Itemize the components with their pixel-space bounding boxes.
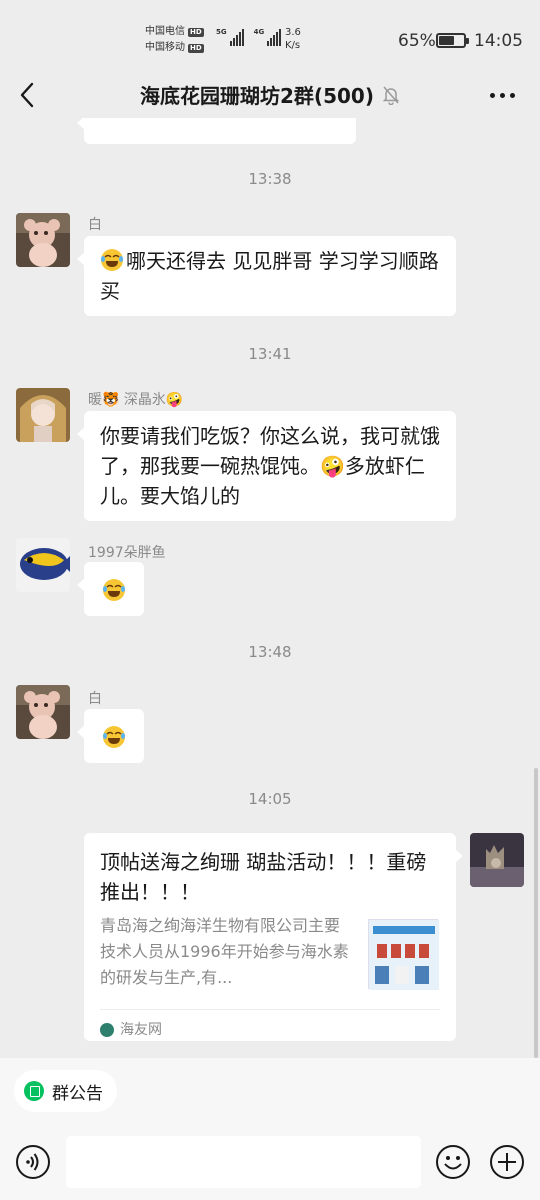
voice-icon [16, 1145, 50, 1179]
more-functions-button[interactable] [489, 1144, 525, 1180]
message-bubble-partial[interactable] [77, 118, 356, 144]
signal-5g-icon: 5G [216, 28, 244, 46]
link-card-source: 海友网 [100, 1015, 162, 1045]
group-notice-label: 群公告 [52, 1083, 103, 1104]
speed-value: 3.6 [285, 27, 301, 38]
more-dots-icon [489, 92, 515, 98]
source-logo-icon [100, 1023, 114, 1037]
laugh-cry-emoji-icon [103, 579, 125, 601]
net-type-1: 5G [216, 28, 227, 36]
timestamp: 14:05 [248, 790, 292, 808]
sender-name: 白 [88, 217, 102, 233]
battery-icon [436, 33, 469, 48]
sender-name: 白 [88, 691, 102, 707]
status-bar: 中国电信 HD 中国移动 HD 5G 4G 3.6 K/s 65% 14:05 [0, 0, 540, 72]
voice-button[interactable] [15, 1144, 51, 1180]
message-bubble[interactable]: 哪天还得去 见见胖哥 学习学习顺路买 [77, 236, 456, 316]
net-type-2: 4G [253, 28, 265, 36]
message-text: 哪天还得去 见见胖哥 学习学习顺路买 [100, 249, 439, 303]
smile-icon [436, 1145, 470, 1179]
bell-off-icon [382, 85, 400, 105]
page-title: 海底花园珊瑚坊2群(500) [0, 80, 540, 109]
chat-header: 海底花园珊瑚坊2群(500) [0, 72, 540, 118]
hd-badge: HD [188, 27, 204, 37]
carrier-info: 中国电信 HD 中国移动 HD [145, 24, 204, 56]
avatar-self[interactable] [470, 833, 524, 887]
message-bubble[interactable]: 你要请我们吃饭？你这么说，我可就饿了，那我要一碗热馄饨。🤪多放虾仁儿。要大馅儿的 [77, 411, 456, 521]
speed-unit: K/s [285, 40, 301, 51]
message-bubble[interactable] [77, 709, 144, 763]
scrollbar[interactable] [534, 768, 538, 1058]
notice-bar: 群公告 [0, 1058, 540, 1124]
avatar[interactable] [16, 538, 70, 592]
battery-percent: 65% [398, 31, 436, 51]
avatar[interactable] [16, 685, 70, 739]
timestamp: 13:38 [248, 170, 292, 188]
link-card-thumbnail [368, 919, 439, 990]
network-speed: 3.6 K/s [285, 26, 301, 52]
link-card-description: 青岛海之绚海洋生物有限公司主要技术人员从1996年开始参与海水素的研发与生产,有… [100, 916, 349, 987]
sender-name: 暖🐯 深晶氷🤪 [88, 392, 184, 408]
notice-icon [24, 1081, 44, 1101]
emoji-button[interactable] [435, 1144, 471, 1180]
input-bar [0, 1124, 540, 1200]
battery-fill [439, 36, 454, 45]
laugh-cry-emoji-icon [101, 249, 123, 271]
link-card[interactable]: 顶帖送海之绚珊 瑚盐活动！！！重磅推出！！！ 青岛海之绚海洋生物有限公司主要技术… [84, 833, 463, 1041]
laugh-cry-emoji-icon [103, 726, 125, 748]
avatar[interactable] [16, 388, 70, 442]
timestamp: 13:41 [248, 345, 292, 363]
message-text: 你要请我们吃饭？你这么说，我可就饿了，那我要一碗热馄饨。🤪多放虾仁儿。要大馅儿的 [100, 424, 440, 508]
clock: 14:05 [474, 31, 523, 51]
hd-badge: HD [188, 43, 204, 53]
carrier-2: 中国移动 [145, 42, 185, 53]
link-card-source-name: 海友网 [120, 1022, 162, 1038]
sender-name: 1997朵胖鱼 [88, 545, 166, 561]
message-list[interactable]: 13:38 白 哪天还得去 见见胖哥 学习学习顺路买 13:41 暖🐯 深晶氷🤪… [0, 118, 540, 1058]
carrier-1: 中国电信 [145, 26, 185, 37]
group-notice-button[interactable]: 群公告 [14, 1070, 117, 1112]
avatar[interactable] [16, 213, 70, 267]
timestamp: 13:48 [248, 643, 292, 661]
group-name: 海底花园珊瑚坊2群(500) [140, 84, 374, 108]
plus-circle-icon [490, 1145, 524, 1179]
more-button[interactable] [484, 84, 520, 106]
link-card-title: 顶帖送海之绚珊 瑚盐活动！！！重磅推出！！！ [100, 850, 427, 904]
signal-4g-icon: 4G [254, 28, 282, 46]
signal-icons: 5G 4G [216, 28, 282, 46]
message-input[interactable] [66, 1136, 421, 1188]
message-bubble[interactable] [77, 562, 144, 616]
